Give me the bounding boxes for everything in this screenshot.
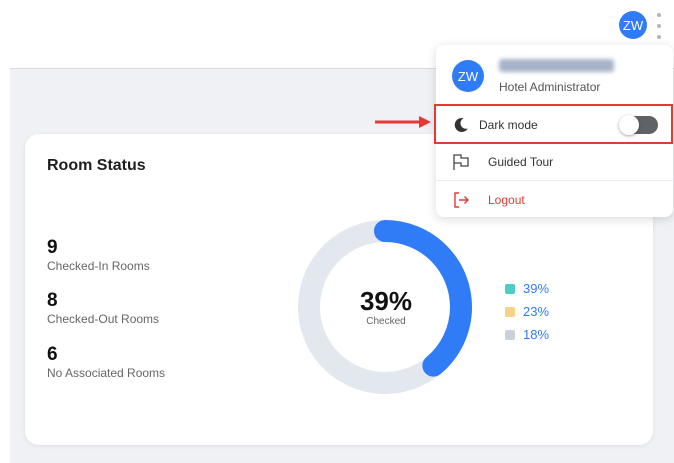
legend-swatch (505, 329, 515, 340)
stat-value: 9 (47, 237, 58, 258)
legend-swatch (505, 283, 515, 294)
donut-center: 39% Checked (356, 287, 416, 327)
user-avatar-button[interactable]: ZW (619, 11, 647, 39)
stat-value: 8 (47, 290, 58, 311)
menu-avatar: ZW (452, 60, 484, 92)
menu-item-guided-tour[interactable]: Guided Tour (436, 143, 673, 180)
donut-percent: 39% (359, 286, 413, 316)
donut-sub-label: Checked (366, 316, 406, 327)
more-options-icon[interactable] (655, 13, 663, 39)
legend-label: 18% (523, 327, 550, 342)
donut-legend: 39% 23% 18% (505, 277, 549, 346)
logout-icon (454, 192, 469, 208)
user-name-blurred (499, 59, 614, 72)
legend-swatch (505, 306, 515, 317)
stat-label: Checked-Out Rooms (47, 312, 160, 326)
stat-label: Checked-In Rooms (47, 259, 150, 273)
legend-item: 39% (505, 277, 549, 300)
stat-checked-in: 9 Checked-In Rooms (47, 237, 150, 273)
stat-label: No Associated Rooms (47, 366, 166, 380)
card-title: Room Status (47, 157, 146, 174)
menu-item-label: Logout (488, 192, 525, 207)
legend-label: 23% (523, 304, 550, 319)
stat-value: 6 (47, 344, 58, 365)
stat-no-associated: 6 No Associated Rooms (47, 344, 165, 380)
menu-item-logout[interactable]: Logout (436, 181, 673, 218)
menu-item-label: Guided Tour (488, 154, 554, 169)
user-role: Hotel Administrator (499, 80, 601, 94)
annotation-arrow-icon (375, 116, 431, 128)
stat-checked-out: 8 Checked-Out Rooms (47, 290, 159, 326)
legend-label: 39% (523, 281, 550, 296)
flag-icon (453, 154, 469, 170)
legend-item: 23% (505, 300, 549, 323)
dark-mode-highlight-box (434, 104, 673, 144)
legend-item: 18% (505, 323, 549, 346)
